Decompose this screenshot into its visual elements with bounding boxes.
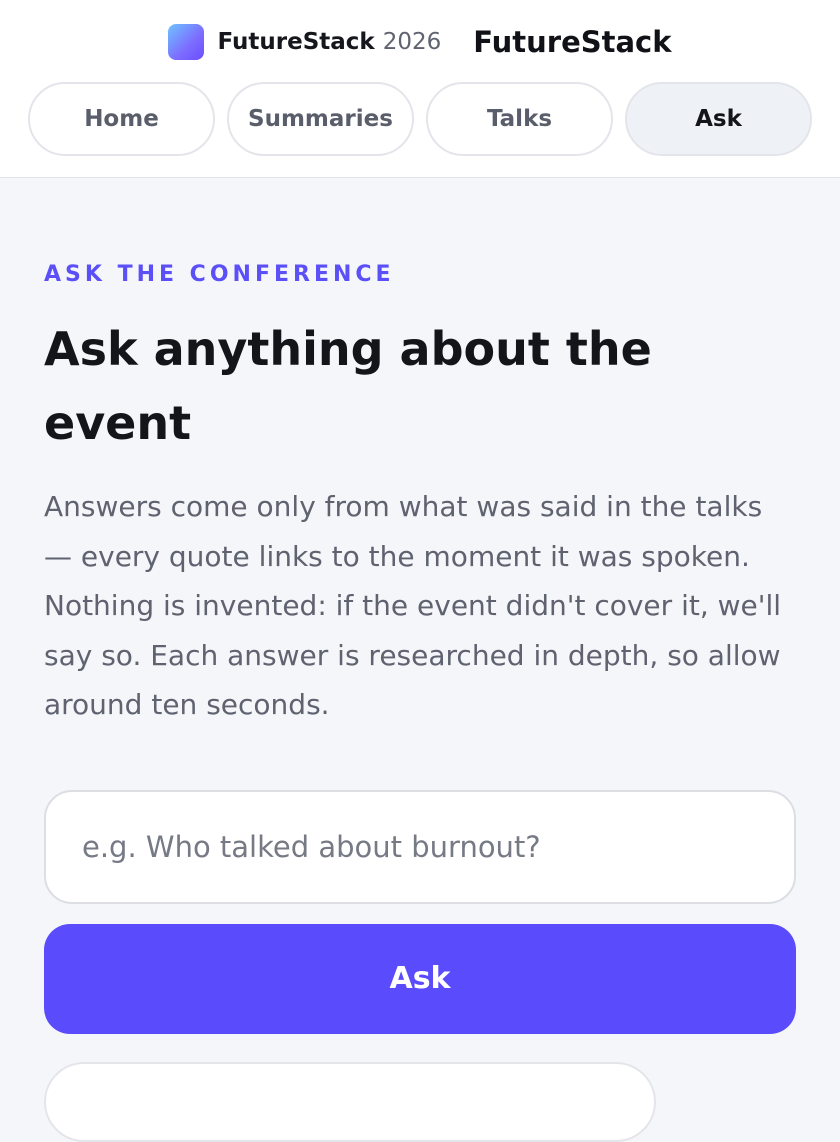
main-nav: Home Summaries Talks Ask: [28, 82, 812, 156]
suggestion-chip[interactable]: [44, 1061, 656, 1142]
page-description: Answers come only from what was said in …: [44, 490, 782, 721]
brand-logo-icon[interactable]: [168, 24, 205, 60]
question-input[interactable]: [44, 789, 796, 904]
brand-name[interactable]: FutureStack: [217, 29, 374, 55]
brand-year: 2026: [382, 29, 442, 55]
page-title: Ask anything about the event: [44, 322, 652, 450]
tab-talks[interactable]: Talks: [426, 82, 613, 156]
brand-row: FutureStack 2026 FutureStack: [0, 22, 840, 62]
tab-summaries[interactable]: Summaries: [227, 82, 414, 156]
ask-button[interactable]: Ask: [44, 923, 796, 1034]
app-header: FutureStack 2026 FutureStack Home Summar…: [0, 0, 840, 178]
tab-home[interactable]: Home: [28, 82, 215, 156]
tab-ask[interactable]: Ask: [625, 82, 812, 156]
ask-section: ASK THE CONFERENCE Ask anything about th…: [44, 178, 796, 1142]
section-eyebrow: ASK THE CONFERENCE: [44, 262, 395, 287]
site-title: FutureStack: [473, 25, 672, 59]
